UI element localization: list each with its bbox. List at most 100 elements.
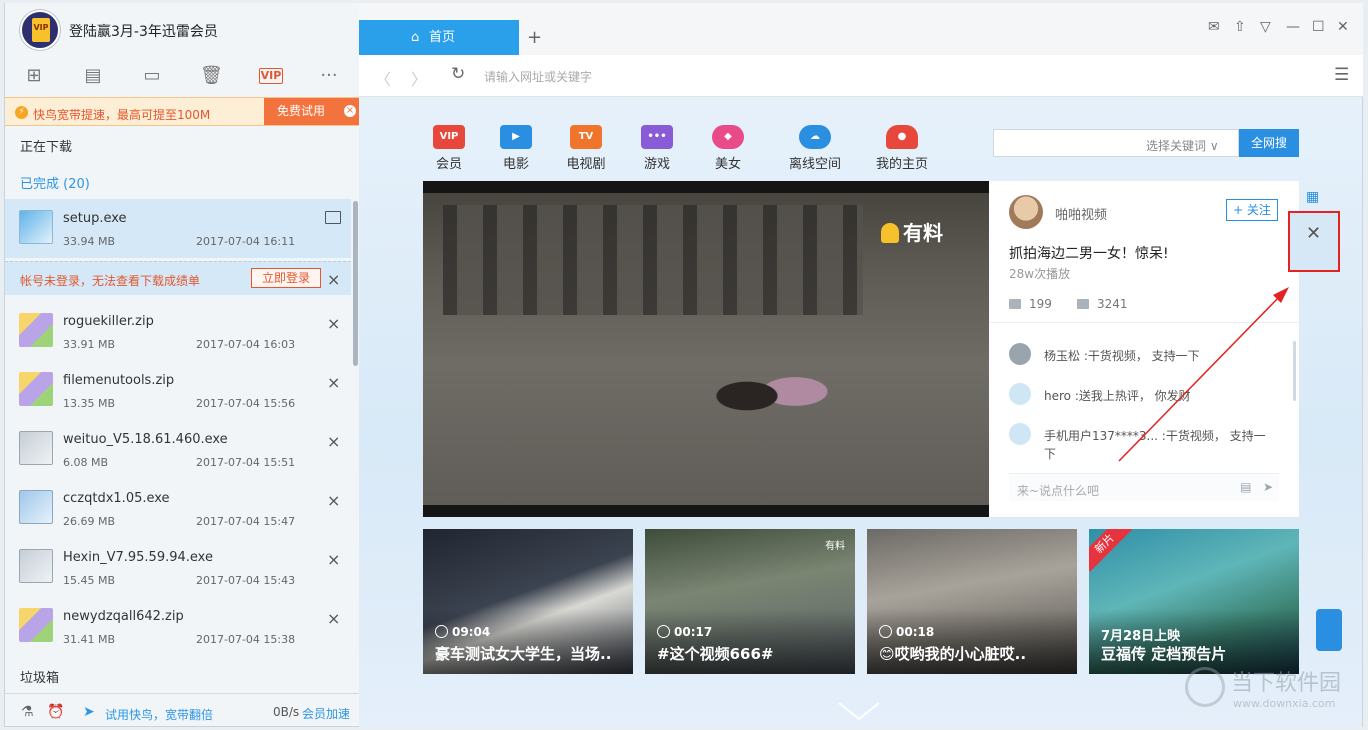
qr-code-icon[interactable] [1316,609,1342,651]
vip-badge: VIP [32,18,50,42]
remove-icon[interactable]: × [327,432,340,451]
video-brand-text: 有料 [903,221,943,245]
follow-button[interactable]: + 关注 [1226,199,1278,221]
list-item[interactable]: Hexin_V7.95.59.94.exe 15.45 MB 2017-07-0… [5,538,351,597]
thumb-title: #这个视频666# [657,645,774,663]
banner-text[interactable]: 快鸟宽带提速，最高可提至100M [33,106,210,123]
skin-icon[interactable]: ⇧ [1234,19,1246,35]
category-label: 电视剧 [566,157,606,172]
avatar [1009,383,1031,405]
address-input[interactable]: 请输入网址或关键字 [484,68,592,85]
send-icon[interactable]: ▤ ➤ [1240,480,1273,494]
forward-icon[interactable]: 〉 [411,66,427,90]
try-kuainiao-link[interactable]: 试用快鸟，宽带翻倍 [105,706,213,723]
flask-icon[interactable]: ⚗ [21,704,34,720]
comment-count[interactable]: 199 [1009,297,1052,311]
game-category-icon: ••• [641,125,673,149]
pier-pillars [443,205,863,315]
browser-menu-icon[interactable]: ☰ [1334,65,1349,85]
grid-view-icon[interactable]: ▦ [1306,189,1319,205]
login-notice-close-icon[interactable]: × [327,270,340,289]
like-count[interactable]: 3241 [1077,297,1128,311]
download-panel: VIP 登陆赢3月-3年迅雷会员 ⊞ ▤ ▭ 🗑 VIP ··· ⚡ 快鸟宽带提… [4,3,360,727]
video-thumb[interactable]: 新片 7月28日上映 豆福传 定档预告片 [1089,529,1299,674]
file-date: 2017-07-04 15:38 [196,633,296,646]
list-item[interactable]: setup.exe 33.94 MB 2017-07-04 16:11 [5,199,351,258]
comment-input[interactable]: 来~说点什么吧 ▤ ➤ [1009,473,1279,501]
maximize-icon[interactable]: ☐ [1312,19,1325,35]
remove-icon[interactable]: × [327,550,340,569]
folder-icon[interactable]: ▭ [141,65,163,87]
category-label: 我的主页 [875,157,928,172]
category-label: 美女 [714,157,741,172]
reload-icon[interactable]: ↻ [451,64,465,84]
more-icon[interactable]: ··· [318,65,340,87]
open-folder-icon[interactable] [325,211,341,224]
user-promo-text[interactable]: 登陆赢3月-3年迅雷会员 [69,21,218,41]
remove-icon[interactable]: × [327,491,340,510]
document-icon[interactable]: ▤ [82,65,104,87]
alarm-icon[interactable]: ⏰ [47,704,64,720]
member-speedup-link[interactable]: 会员加速 [302,705,350,722]
chevron-down-icon[interactable] [837,699,881,723]
duration-text: 00:17 [674,625,713,639]
thumb-title: 😊哎哟我的小心脏哎.. [879,645,1027,663]
search-input[interactable]: 选择关键词 ∨ [993,129,1239,157]
banner-close-icon[interactable]: × [344,105,356,117]
avatar[interactable]: VIP [20,10,60,50]
cloud-category-icon: ☁ [799,125,831,149]
video-title[interactable]: 抓拍海边二男一女！惊呆! [1009,243,1169,263]
mail-icon[interactable]: ✉ [1208,19,1220,35]
delete-icon[interactable]: 🗑 [200,65,223,87]
vip-icon[interactable]: VIP [259,68,283,84]
list-item[interactable]: weituo_V5.18.61.460.exe 6.08 MB 2017-07-… [5,420,351,479]
category-movie[interactable]: ▶ 电影 [486,125,546,172]
category-beauty[interactable]: ◆ 美女 [698,125,758,172]
video-player[interactable]: 有料 [423,181,989,517]
file-size: 26.69 MB [63,515,116,528]
user-category-icon: ● [886,125,918,149]
channel-name[interactable]: 啪啪视频 [1055,204,1107,223]
search-all-button[interactable]: 全网搜 [1239,129,1299,157]
release-date: 7月28日上映 [1101,629,1181,644]
tv-category-icon: TV [570,125,602,149]
watermark-title: 当下软件园 [1231,671,1342,696]
remove-icon[interactable]: × [327,609,340,628]
category-tv[interactable]: TV 电视剧 [556,125,616,172]
browser-pane: ⌂ 首页 + ✉ ⇧ ▽ — ☐ ✕ 〈 〉 ↻ 请输入网址或关键字 ☰ VIP… [359,3,1363,727]
new-release-tag: 新片 [1089,529,1133,572]
remove-icon[interactable]: × [327,373,340,392]
section-downloading[interactable]: 正在下载 [20,136,72,155]
list-item[interactable]: filemenutools.zip 13.35 MB 2017-07-04 15… [5,361,351,420]
menu-dropdown-icon[interactable]: ▽ [1260,19,1271,35]
scrollbar[interactable] [353,201,358,366]
file-date: 2017-07-04 16:03 [196,338,296,351]
highlight-box [1288,211,1340,272]
login-now-button[interactable]: 立即登录 [251,268,321,288]
section-trash[interactable]: 垃圾箱 [20,667,59,686]
new-task-icon[interactable]: ⊞ [23,65,45,87]
minimize-icon[interactable]: — [1286,19,1300,35]
category-home[interactable]: ● 我的主页 [862,125,942,172]
remove-icon[interactable]: × [327,314,340,333]
list-item[interactable]: newydzqall642.zip 31.41 MB 2017-07-04 15… [5,597,351,656]
address-bar: 〈 〉 ↻ 请输入网址或关键字 ☰ [359,55,1363,97]
list-item[interactable]: cczqtdx1.05.exe 26.69 MB 2017-07-04 15:4… [5,479,351,538]
video-thumb[interactable]: 09:04 豪车测试女大学生，当场.. [423,529,633,674]
user-header: VIP 登陆赢3月-3年迅雷会员 [5,3,360,57]
category-game[interactable]: ••• 游戏 [627,125,687,172]
new-tab-button[interactable]: + [527,27,542,48]
category-vip[interactable]: VIP 会员 [419,125,479,172]
avatar[interactable] [1009,195,1043,229]
video-thumb[interactable]: 00:18 😊哎哟我的小心脏哎.. [867,529,1077,674]
scrollbar[interactable] [1293,341,1296,401]
close-window-icon[interactable]: ✕ [1337,19,1349,35]
video-thumb[interactable]: 有料 00:17 #这个视频666# [645,529,855,674]
keyword-select[interactable]: 选择关键词 ∨ [1146,137,1219,154]
back-icon[interactable]: 〈 [375,66,391,90]
section-completed[interactable]: 已完成 (20) [20,173,90,192]
tab-home[interactable]: ⌂ 首页 [359,20,519,55]
zip-icon [19,313,53,347]
category-offline[interactable]: ☁ 离线空间 [775,125,855,172]
list-item[interactable]: roguekiller.zip 33.91 MB 2017-07-04 16:0… [5,302,351,361]
